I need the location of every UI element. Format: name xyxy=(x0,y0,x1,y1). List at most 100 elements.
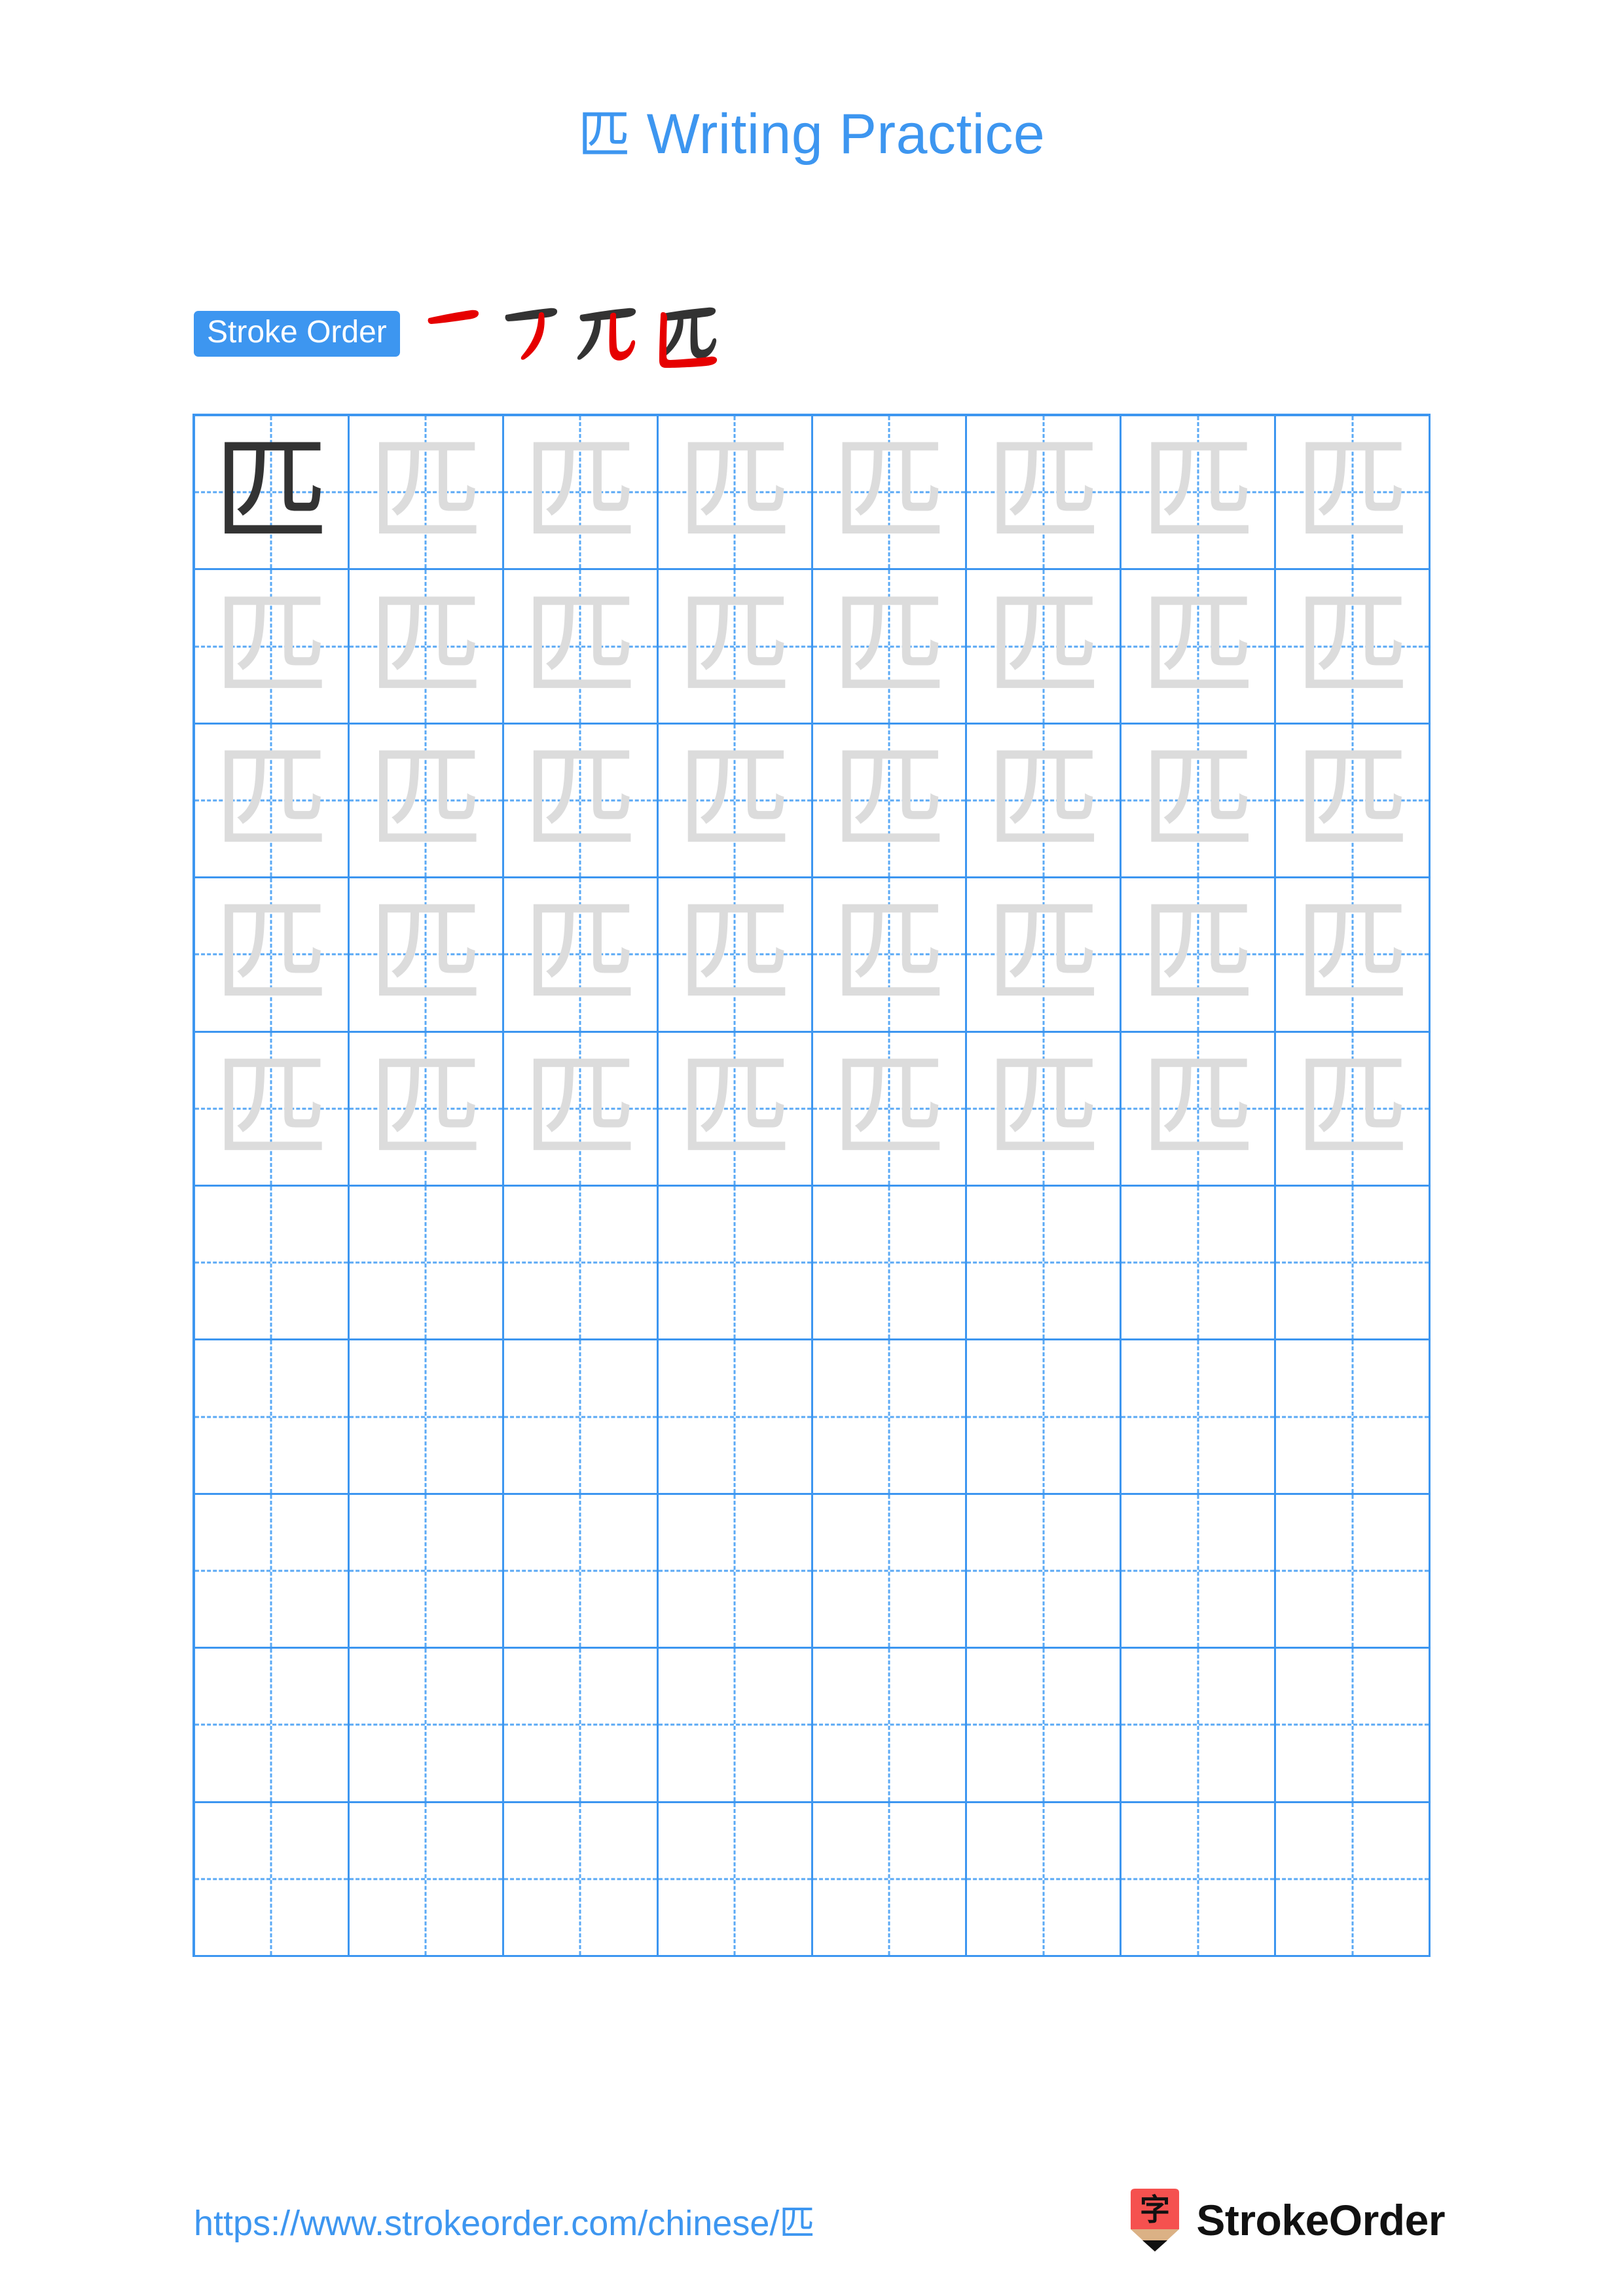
grid-cell[interactable] xyxy=(967,1340,1122,1495)
cell-horizontal-guide xyxy=(967,1878,1120,1880)
grid-cell[interactable] xyxy=(658,1649,813,1803)
grid-cell[interactable]: 匹 xyxy=(503,570,659,725)
cell-vertical-guide xyxy=(1351,1186,1354,1339)
grid-cell[interactable] xyxy=(967,1186,1122,1341)
grid-cell[interactable] xyxy=(503,1186,659,1341)
grid-cell[interactable]: 匹 xyxy=(349,1032,504,1187)
grid-cell[interactable]: 匹 xyxy=(195,1032,350,1187)
grid-cell[interactable] xyxy=(1122,1186,1277,1341)
grid-cell[interactable]: 匹 xyxy=(967,570,1122,725)
grid-cell[interactable] xyxy=(967,1803,1122,1957)
grid-cell[interactable] xyxy=(349,1649,504,1803)
grid-cell[interactable]: 匹 xyxy=(967,878,1122,1033)
grid-cell[interactable]: 匹 xyxy=(503,1032,659,1187)
grid-cell[interactable]: 匹 xyxy=(1276,570,1431,725)
grid-cell[interactable]: 匹 xyxy=(658,878,813,1033)
grid-cell[interactable]: 匹 xyxy=(195,416,350,571)
cell-vertical-guide xyxy=(579,1803,581,1955)
trace-character: 匹 xyxy=(368,1041,484,1175)
cell-horizontal-guide xyxy=(1276,1878,1429,1880)
grid-cell[interactable]: 匹 xyxy=(1276,416,1431,571)
grid-cell[interactable] xyxy=(195,1803,350,1957)
grid-cell[interactable] xyxy=(195,1186,350,1341)
grid-cell[interactable] xyxy=(1276,1186,1431,1341)
grid-cell[interactable]: 匹 xyxy=(349,724,504,879)
grid-cell[interactable] xyxy=(812,1803,968,1957)
cell-vertical-guide xyxy=(1197,1186,1199,1339)
grid-cell[interactable] xyxy=(195,1649,350,1803)
grid-cell[interactable] xyxy=(812,1649,968,1803)
grid-cell[interactable]: 匹 xyxy=(1122,1032,1277,1187)
cell-horizontal-guide xyxy=(195,1570,348,1572)
grid-cell[interactable] xyxy=(1122,1494,1277,1649)
grid-cell[interactable]: 匹 xyxy=(967,416,1122,571)
grid-cell[interactable] xyxy=(349,1803,504,1957)
grid-cell[interactable] xyxy=(1122,1803,1277,1957)
footer: https://www.strokeorder.com/chinese/匹 字 … xyxy=(0,2186,1623,2265)
grid-cell[interactable] xyxy=(503,1340,659,1495)
grid-cell[interactable]: 匹 xyxy=(658,570,813,725)
trace-character: 匹 xyxy=(368,579,484,713)
grid-cell[interactable]: 匹 xyxy=(195,570,350,725)
grid-cell[interactable] xyxy=(658,1186,813,1341)
grid-cell[interactable]: 匹 xyxy=(812,1032,968,1187)
grid-cell[interactable]: 匹 xyxy=(1122,416,1277,571)
grid-cell[interactable] xyxy=(349,1186,504,1341)
grid-cell[interactable]: 匹 xyxy=(349,416,504,571)
grid-cell[interactable]: 匹 xyxy=(967,1032,1122,1187)
grid-cell[interactable]: 匹 xyxy=(812,878,968,1033)
grid-cell[interactable]: 匹 xyxy=(195,724,350,879)
grid-cell[interactable]: 匹 xyxy=(812,416,968,571)
trace-character: 匹 xyxy=(368,425,484,560)
grid-cell[interactable] xyxy=(503,1803,659,1957)
trace-character: 匹 xyxy=(1140,732,1256,867)
grid-cell[interactable]: 匹 xyxy=(503,416,659,571)
cell-horizontal-guide xyxy=(967,1723,1120,1726)
grid-cell[interactable] xyxy=(1276,1340,1431,1495)
grid-cell[interactable]: 匹 xyxy=(1122,878,1277,1033)
grid-cell[interactable] xyxy=(658,1803,813,1957)
grid-cell[interactable]: 匹 xyxy=(349,570,504,725)
grid-cell[interactable]: 匹 xyxy=(1276,724,1431,879)
grid-cell[interactable]: 匹 xyxy=(812,724,968,879)
grid-cell[interactable] xyxy=(1276,1649,1431,1803)
grid-cell[interactable] xyxy=(503,1649,659,1803)
trace-character: 匹 xyxy=(213,732,329,867)
grid-cell[interactable]: 匹 xyxy=(658,724,813,879)
grid-cell[interactable]: 匹 xyxy=(1122,570,1277,725)
grid-cell[interactable] xyxy=(195,1494,350,1649)
grid-cell[interactable] xyxy=(195,1340,350,1495)
grid-cell[interactable]: 匹 xyxy=(1122,724,1277,879)
grid-cell[interactable] xyxy=(1276,1803,1431,1957)
grid-cell[interactable] xyxy=(812,1186,968,1341)
trace-character: 匹 xyxy=(677,425,793,560)
trace-character: 匹 xyxy=(677,579,793,713)
grid-cell[interactable] xyxy=(967,1494,1122,1649)
grid-cell[interactable]: 匹 xyxy=(195,878,350,1033)
grid-cell[interactable] xyxy=(1122,1649,1277,1803)
grid-cell[interactable] xyxy=(1276,1494,1431,1649)
grid-cell[interactable]: 匹 xyxy=(658,416,813,571)
grid-cell[interactable]: 匹 xyxy=(812,570,968,725)
grid-cell[interactable] xyxy=(503,1494,659,1649)
grid-cell[interactable] xyxy=(967,1649,1122,1803)
grid-cell[interactable] xyxy=(349,1494,504,1649)
cell-horizontal-guide xyxy=(1276,1261,1429,1264)
trace-character: 匹 xyxy=(985,732,1101,867)
cell-vertical-guide xyxy=(270,1340,272,1493)
grid-cell[interactable]: 匹 xyxy=(967,724,1122,879)
grid-cell[interactable] xyxy=(812,1494,968,1649)
cell-vertical-guide xyxy=(270,1186,272,1339)
footer-url-link[interactable]: https://www.strokeorder.com/chinese/匹 xyxy=(194,2194,814,2246)
grid-cell[interactable]: 匹 xyxy=(658,1032,813,1187)
grid-cell[interactable]: 匹 xyxy=(503,724,659,879)
grid-cell[interactable] xyxy=(1122,1340,1277,1495)
grid-cell[interactable]: 匹 xyxy=(503,878,659,1033)
grid-cell[interactable] xyxy=(658,1340,813,1495)
grid-cell[interactable]: 匹 xyxy=(1276,878,1431,1033)
grid-cell[interactable] xyxy=(349,1340,504,1495)
grid-cell[interactable]: 匹 xyxy=(1276,1032,1431,1187)
grid-cell[interactable] xyxy=(658,1494,813,1649)
grid-cell[interactable]: 匹 xyxy=(349,878,504,1033)
grid-cell[interactable] xyxy=(812,1340,968,1495)
